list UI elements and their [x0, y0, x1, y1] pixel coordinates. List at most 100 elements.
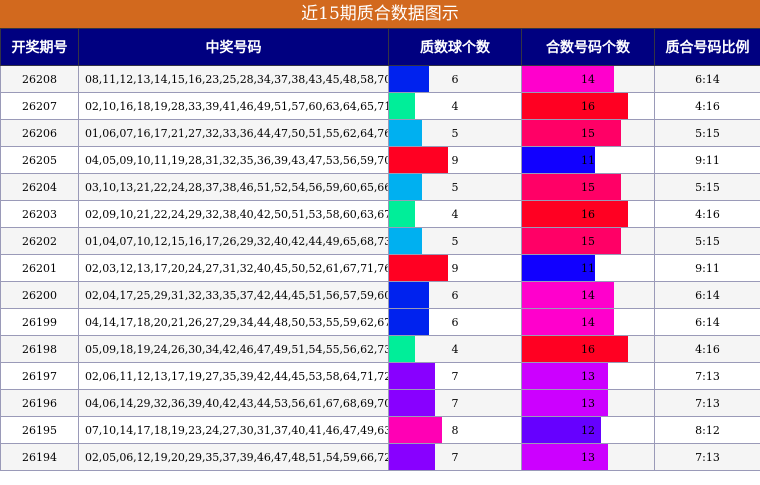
ratio-cell: 7:13 [654, 443, 760, 471]
composite-bar-value: 12 [581, 423, 595, 437]
ratio-cell: 5:15 [654, 119, 760, 147]
composite-bar-value: 11 [581, 261, 595, 275]
numbers-cell: 02,04,17,25,29,31,32,33,35,37,42,44,45,5… [78, 281, 389, 309]
prime-bar-value: 5 [451, 180, 459, 194]
prime-bar: 9 [388, 146, 522, 174]
period-cell: 26201 [0, 254, 79, 282]
composite-bar-value: 13 [581, 450, 595, 464]
composite-bar-value: 14 [581, 315, 595, 329]
composite-bar-fill [522, 174, 621, 200]
table-row: 26199 04,14,17,18,20,21,26,27,29,34,44,48… [0, 308, 760, 336]
prime-bar: 5 [388, 173, 522, 201]
period-cell: 26202 [0, 227, 79, 255]
composite-bar: 14 [521, 65, 655, 93]
header-composite-count: 合数号码个数 [521, 28, 655, 66]
period-cell: 26198 [0, 335, 79, 363]
prime-bar-value: 7 [451, 396, 459, 410]
table-body: 26208 08,11,12,13,14,15,16,23,25,28,34,37… [0, 65, 760, 471]
period-cell: 26208 [0, 65, 79, 93]
numbers-cell: 02,10,16,18,19,28,33,39,41,46,49,51,57,6… [78, 92, 389, 120]
prime-bar: 4 [388, 200, 522, 228]
prime-bar-fill [389, 147, 449, 173]
numbers-cell: 01,04,07,10,12,15,16,17,26,29,32,40,42,4… [78, 227, 389, 255]
composite-bar-value: 15 [581, 126, 595, 140]
composite-bar: 16 [521, 335, 655, 363]
period-cell: 26197 [0, 362, 79, 390]
numbers-cell: 08,11,12,13,14,15,16,23,25,28,34,37,38,4… [78, 65, 389, 93]
chart-root: 近15期质合数据图示 开奖期号 中奖号码 质数球个数 合数号码个数 质合号码比例… [0, 0, 760, 485]
prime-bar-fill [389, 120, 422, 146]
prime-bar-fill [389, 444, 436, 470]
ratio-cell: 9:11 [654, 146, 760, 174]
numbers-cell: 03,10,13,21,22,24,28,37,38,46,51,52,54,5… [78, 173, 389, 201]
prime-bar: 6 [388, 308, 522, 336]
composite-bar-fill [522, 228, 621, 254]
numbers-cell: 02,06,11,12,13,17,19,27,35,39,42,44,45,5… [78, 362, 389, 390]
prime-bar-fill [389, 336, 416, 362]
prime-bar-value: 6 [451, 288, 459, 302]
composite-bar-value: 14 [581, 72, 595, 86]
composite-bar-value: 13 [581, 396, 595, 410]
prime-bar-fill [389, 255, 449, 281]
ratio-cell: 9:11 [654, 254, 760, 282]
prime-bar: 8 [388, 416, 522, 444]
table-row: 26208 08,11,12,13,14,15,16,23,25,28,34,37… [0, 65, 760, 93]
prime-bar-fill [389, 309, 429, 335]
numbers-cell: 05,09,18,19,24,26,30,34,42,46,47,49,51,5… [78, 335, 389, 363]
prime-bar-value: 8 [451, 423, 459, 437]
numbers-cell: 02,03,12,13,17,20,24,27,31,32,40,45,50,5… [78, 254, 389, 282]
numbers-cell: 04,05,09,10,11,19,28,31,32,35,36,39,43,4… [78, 146, 389, 174]
composite-bar-fill [522, 66, 615, 92]
prime-bar-fill [389, 390, 436, 416]
header-period: 开奖期号 [0, 28, 79, 66]
table-row: 26198 05,09,18,19,24,26,30,34,42,46,47,49… [0, 335, 760, 363]
composite-bar-fill [522, 120, 621, 146]
prime-bar-fill [389, 93, 416, 119]
prime-bar-fill [389, 363, 436, 389]
prime-composite-table: 开奖期号 中奖号码 质数球个数 合数号码个数 质合号码比例 26208 08,11… [0, 28, 760, 471]
ratio-cell: 6:14 [654, 308, 760, 336]
ratio-cell: 6:14 [654, 65, 760, 93]
header-row: 开奖期号 中奖号码 质数球个数 合数号码个数 质合号码比例 [0, 28, 760, 66]
table-row: 26205 04,05,09,10,11,19,28,31,32,35,36,39… [0, 146, 760, 174]
table-row: 26201 02,03,12,13,17,20,24,27,31,32,40,45… [0, 254, 760, 282]
composite-bar: 12 [521, 416, 655, 444]
composite-bar-value: 16 [581, 207, 595, 221]
composite-bar-value: 16 [581, 99, 595, 113]
table-row: 26196 04,06,14,29,32,36,39,40,42,43,44,53… [0, 389, 760, 417]
numbers-cell: 07,10,14,17,18,19,23,24,27,30,31,37,40,4… [78, 416, 389, 444]
table-row: 26194 02,05,06,12,19,20,29,35,37,39,46,47… [0, 443, 760, 471]
prime-bar: 9 [388, 254, 522, 282]
composite-bar: 14 [521, 308, 655, 336]
prime-bar-value: 4 [451, 99, 459, 113]
table-row: 26207 02,10,16,18,19,28,33,39,41,46,49,51… [0, 92, 760, 120]
period-cell: 26204 [0, 173, 79, 201]
prime-bar-value: 5 [451, 234, 459, 248]
composite-bar-value: 14 [581, 288, 595, 302]
header-numbers: 中奖号码 [78, 28, 389, 66]
composite-bar-fill [522, 201, 628, 227]
ratio-cell: 6:14 [654, 281, 760, 309]
composite-bar: 15 [521, 227, 655, 255]
period-cell: 26206 [0, 119, 79, 147]
period-cell: 26205 [0, 146, 79, 174]
chart-title: 近15期质合数据图示 [0, 0, 760, 28]
ratio-cell: 7:13 [654, 362, 760, 390]
composite-bar-fill [522, 336, 628, 362]
prime-bar-fill [389, 417, 442, 443]
prime-bar-value: 7 [451, 369, 459, 383]
prime-bar-fill [389, 174, 422, 200]
period-cell: 26203 [0, 200, 79, 228]
table-row: 26195 07,10,14,17,18,19,23,24,27,30,31,37… [0, 416, 760, 444]
period-cell: 26207 [0, 92, 79, 120]
composite-bar: 16 [521, 92, 655, 120]
composite-bar: 13 [521, 362, 655, 390]
period-cell: 26195 [0, 416, 79, 444]
ratio-cell: 4:16 [654, 335, 760, 363]
prime-bar-value: 4 [451, 342, 459, 356]
numbers-cell: 04,06,14,29,32,36,39,40,42,43,44,53,56,6… [78, 389, 389, 417]
numbers-cell: 02,09,10,21,22,24,29,32,38,40,42,50,51,5… [78, 200, 389, 228]
composite-bar: 15 [521, 173, 655, 201]
table-row: 26202 01,04,07,10,12,15,16,17,26,29,32,40… [0, 227, 760, 255]
composite-bar-value: 16 [581, 342, 595, 356]
